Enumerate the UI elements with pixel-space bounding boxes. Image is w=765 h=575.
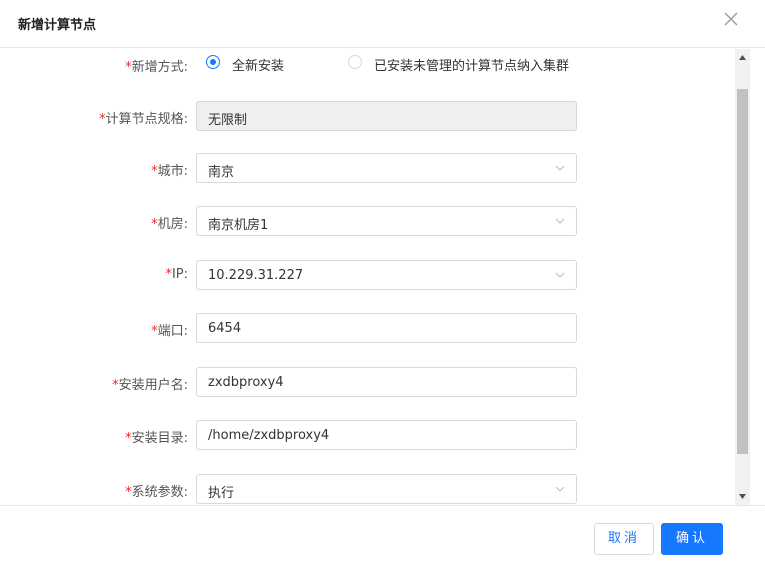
city-row: *城市: 南京 xyxy=(0,153,734,183)
form-content: *新增方式: 全新安装 已安装未管理的计算节点纳入集群 *计算节点规格: 无限制… xyxy=(0,49,734,505)
dialog-footer: 取消 确认 xyxy=(0,505,765,575)
radio-unchecked-icon xyxy=(348,55,362,69)
spec-value: 无限制 xyxy=(208,113,248,128)
dialog-title: 新增计算节点 xyxy=(18,18,97,33)
room-value: 南京机房1 xyxy=(208,218,269,233)
port-label: *端口: xyxy=(151,324,188,339)
chevron-down-icon xyxy=(555,218,565,224)
port-value: 6454 xyxy=(208,321,242,336)
scroll-down-arrow-icon[interactable] xyxy=(738,492,747,501)
ip-select[interactable]: 10.229.31.227 xyxy=(196,260,577,290)
scrollbar-thumb[interactable] xyxy=(737,89,748,454)
port-row: *端口: 6454 xyxy=(0,313,734,343)
scroll-up-arrow-icon[interactable] xyxy=(738,53,747,62)
room-label: *机房: xyxy=(151,217,188,232)
city-label: *城市: xyxy=(151,164,188,179)
chevron-down-icon xyxy=(555,272,565,278)
city-select[interactable]: 南京 xyxy=(196,153,577,183)
chevron-down-icon xyxy=(555,165,565,171)
dialog-header: 新增计算节点 xyxy=(0,0,765,48)
room-row: *机房: 南京机房1 xyxy=(0,206,734,236)
spec-label: *计算节点规格: xyxy=(99,112,188,127)
spec-row: *计算节点规格: 无限制 xyxy=(0,101,734,131)
install-dir-input[interactable]: /home/zxdbproxy4 xyxy=(196,420,577,450)
radio-checked-icon xyxy=(206,55,220,69)
sys-params-value: 执行 xyxy=(208,486,235,501)
ip-row: *IP: 10.229.31.227 xyxy=(0,260,734,290)
city-value: 南京 xyxy=(208,165,235,180)
sys-params-row: *系统参数: 执行 xyxy=(0,474,734,504)
add-mode-label: *新增方式: xyxy=(125,60,188,75)
install-user-input[interactable]: zxdbproxy4 xyxy=(196,367,577,397)
sys-params-label: *系统参数: xyxy=(125,485,188,500)
vertical-scrollbar[interactable] xyxy=(735,49,750,505)
install-user-row: *安装用户名: zxdbproxy4 xyxy=(0,367,734,397)
install-dir-value: /home/zxdbproxy4 xyxy=(208,428,330,443)
radio-adopt-existing-label: 已安装未管理的计算节点纳入集群 xyxy=(374,59,570,74)
confirm-button[interactable]: 确认 xyxy=(661,523,723,555)
close-icon[interactable] xyxy=(722,10,740,28)
room-select[interactable]: 南京机房1 xyxy=(196,206,577,236)
spec-field: 无限制 xyxy=(196,101,577,131)
radio-fresh-install-label: 全新安装 xyxy=(232,59,285,74)
chevron-down-icon xyxy=(555,486,565,492)
ip-value: 10.229.31.227 xyxy=(208,268,304,283)
port-input[interactable]: 6454 xyxy=(196,313,577,343)
cancel-button[interactable]: 取消 xyxy=(594,523,654,555)
sys-params-select[interactable]: 执行 xyxy=(196,474,577,504)
install-user-label: *安装用户名: xyxy=(112,378,188,393)
install-user-value: zxdbproxy4 xyxy=(208,375,284,390)
ip-label: *IP: xyxy=(165,267,188,282)
add-mode-row: *新增方式: 全新安装 已安装未管理的计算节点纳入集群 xyxy=(0,49,734,79)
install-dir-label: *安装目录: xyxy=(125,431,188,446)
install-dir-row: *安装目录: /home/zxdbproxy4 xyxy=(0,420,734,450)
